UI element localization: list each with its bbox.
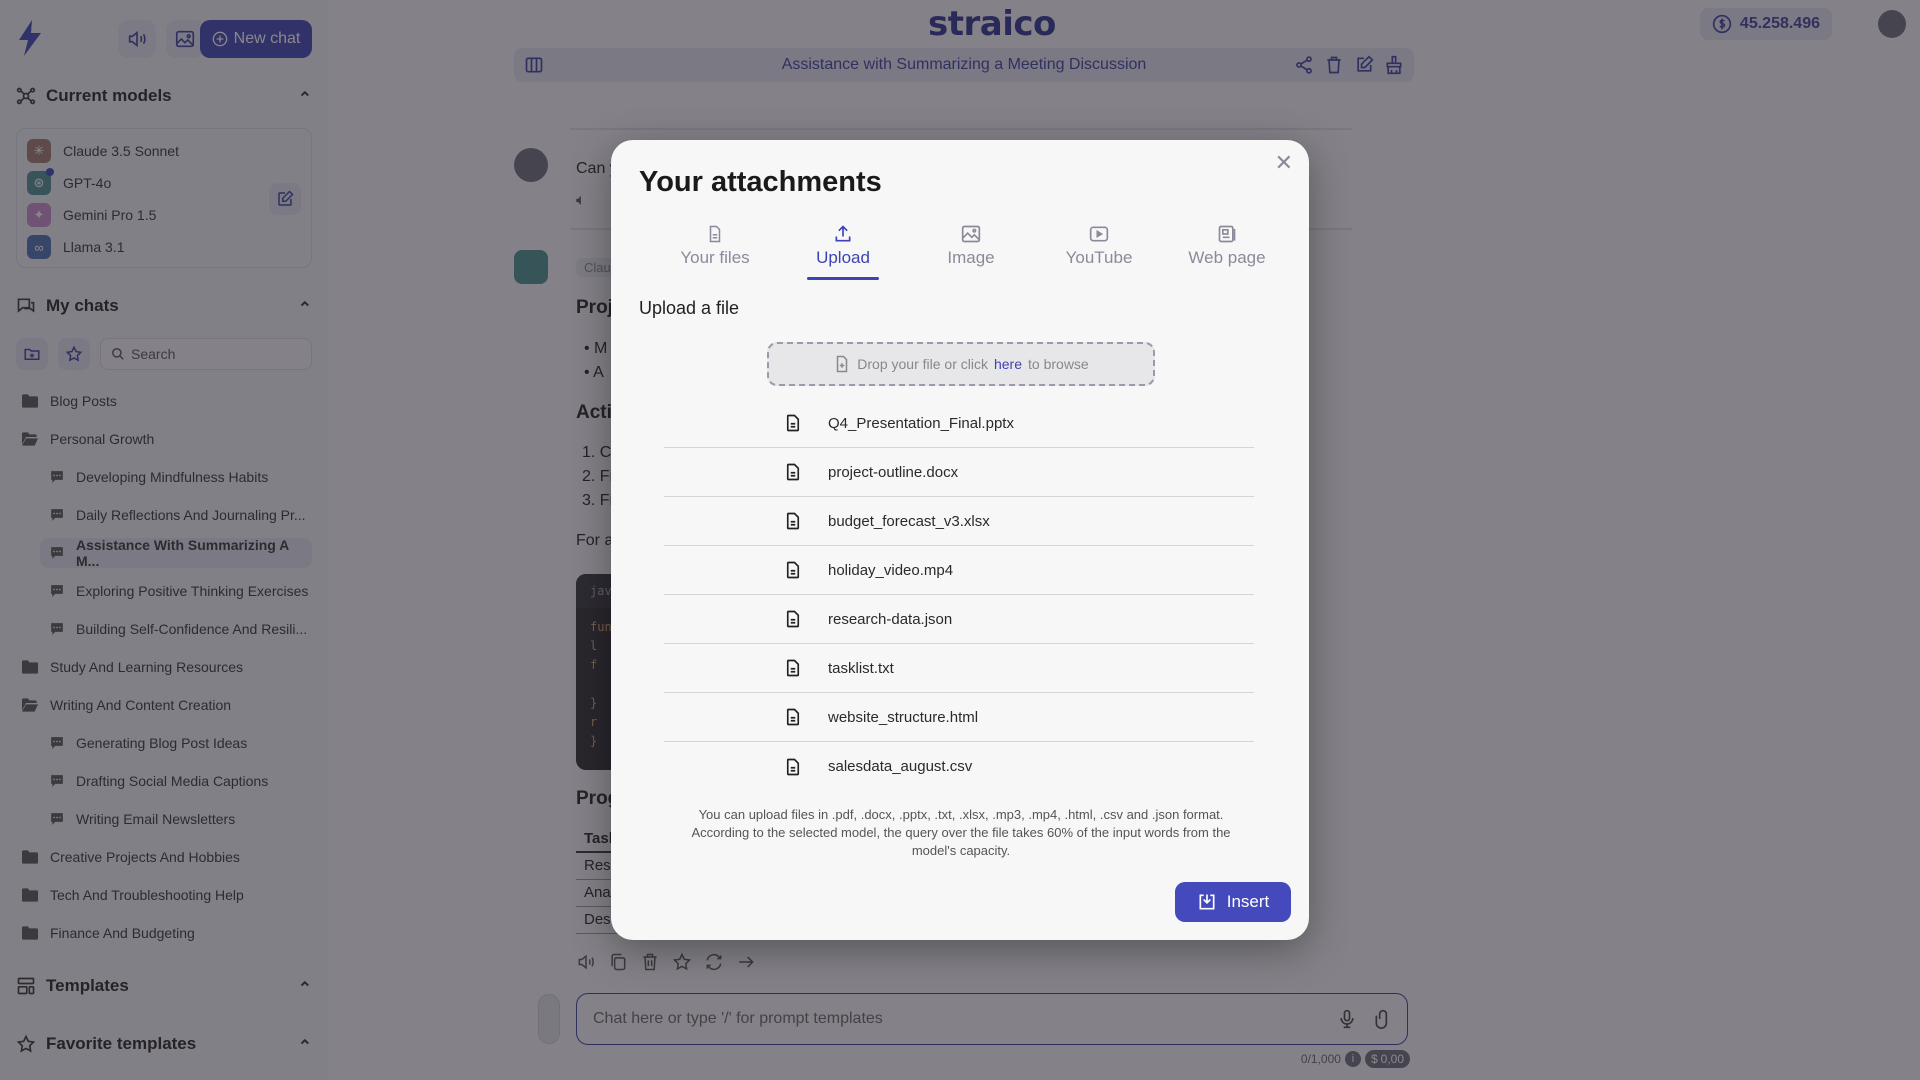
document-icon: [784, 413, 802, 433]
file-plus-icon: [837, 355, 848, 373]
browse-link[interactable]: here: [994, 356, 1022, 372]
youtube-icon: [1089, 226, 1109, 242]
file-icon: [709, 225, 721, 243]
document-icon: [784, 757, 802, 777]
dropzone-text: Drop your file or click: [857, 356, 988, 372]
tab-label: Web page: [1188, 248, 1266, 267]
document-icon: [784, 511, 802, 531]
upload-note: You can upload files in .pdf, .docx, .pp…: [691, 807, 1231, 858]
file-name: research-data.json: [828, 610, 953, 628]
document-icon: [784, 707, 802, 727]
document-icon: [784, 462, 802, 482]
tab-image[interactable]: Image: [907, 216, 1035, 280]
insert-label: Insert: [1226, 892, 1270, 911]
document-icon: [784, 609, 802, 629]
file-row[interactable]: project-outline.docx: [664, 448, 1254, 497]
image-icon: [961, 225, 981, 243]
file-name: Q4_Presentation_Final.pptx: [828, 414, 1014, 432]
file-dropzone[interactable]: Drop your file or click here to browse: [767, 342, 1155, 386]
file-name: tasklist.txt: [828, 659, 894, 677]
webpage-icon: [1218, 225, 1236, 243]
file-row[interactable]: Q4_Presentation_Final.pptx: [664, 399, 1254, 448]
attachments-modal: ✕ Your attachments Your files Upload Ima…: [611, 140, 1309, 940]
upload-icon: [835, 225, 851, 242]
file-name: holiday_video.mp4: [828, 561, 954, 579]
file-name: website_structure.html: [828, 708, 979, 726]
file-row[interactable]: budget_forecast_v3.xlsx: [664, 497, 1254, 546]
file-row[interactable]: website_structure.html: [664, 693, 1254, 742]
file-name: budget_forecast_v3.xlsx: [828, 512, 990, 530]
upload-subtitle: Upload a file: [639, 298, 740, 318]
tab-web-page[interactable]: Web page: [1163, 216, 1291, 280]
file-list: Q4_Presentation_Final.pptx project-outlin…: [664, 399, 1254, 791]
tab-label: Image: [947, 248, 995, 267]
close-icon[interactable]: ✕: [1275, 150, 1293, 176]
insert-icon: [1199, 894, 1215, 910]
document-icon: [784, 658, 802, 678]
document-icon: [784, 560, 802, 580]
file-row[interactable]: tasklist.txt: [664, 644, 1254, 693]
dropzone-text: to browse: [1028, 356, 1089, 372]
file-row[interactable]: holiday_video.mp4: [664, 546, 1254, 595]
attachment-tabs: Your files Upload Image YouTube Web page: [651, 216, 1291, 280]
tab-youtube[interactable]: YouTube: [1035, 216, 1163, 280]
insert-button[interactable]: Insert: [1175, 882, 1291, 922]
file-name: project-outline.docx: [828, 463, 959, 481]
tab-upload[interactable]: Upload: [779, 216, 907, 280]
file-row[interactable]: research-data.json: [664, 595, 1254, 644]
tab-label: YouTube: [1065, 248, 1133, 267]
file-name: salesdata_august.csv: [828, 758, 973, 775]
tab-your-files[interactable]: Your files: [651, 216, 779, 280]
tab-label: Upload: [816, 248, 870, 267]
modal-title: Your attachments: [639, 166, 882, 198]
tab-label: Your files: [680, 248, 750, 267]
file-row[interactable]: salesdata_august.csv: [664, 742, 1254, 791]
